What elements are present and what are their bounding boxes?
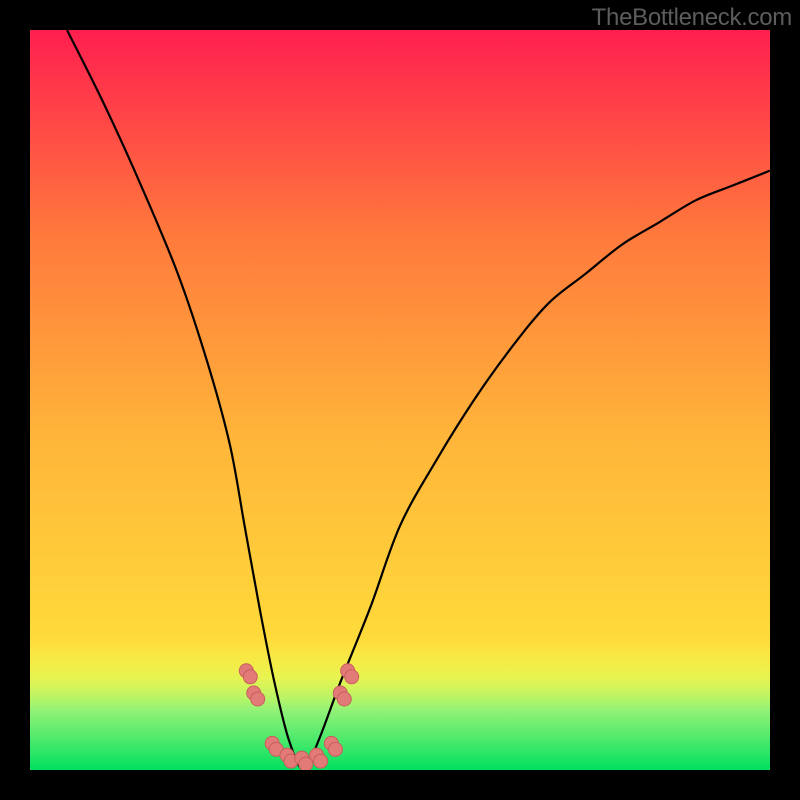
data-marker [314, 754, 328, 768]
data-marker [243, 670, 257, 684]
data-marker [251, 692, 265, 706]
bottleneck-curve [30, 30, 770, 770]
plot-area [30, 30, 770, 770]
data-marker [337, 692, 351, 706]
chart-frame: TheBottleneck.com [0, 0, 800, 800]
watermark-text: TheBottleneck.com [592, 4, 792, 32]
data-marker [345, 670, 359, 684]
data-marker [328, 742, 342, 756]
